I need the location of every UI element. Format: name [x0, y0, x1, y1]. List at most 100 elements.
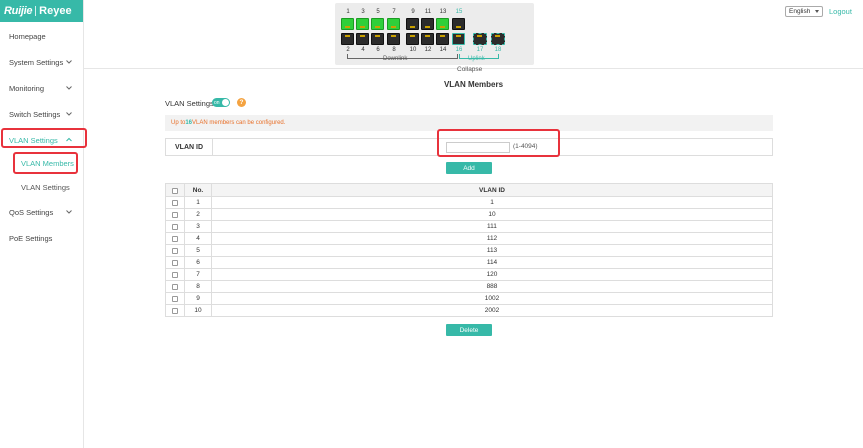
row-vlan-id: 114	[486, 259, 498, 266]
row-checkbox[interactable]	[172, 272, 178, 278]
collapse-link[interactable]: Collapse	[457, 66, 482, 73]
toggle-knob	[222, 99, 229, 106]
table-row: 7 120	[165, 269, 773, 281]
help-icon[interactable]: ?	[237, 98, 246, 107]
vlan-settings-toggle[interactable]: on	[212, 98, 230, 107]
port-12[interactable]	[421, 33, 434, 45]
menu-qos-settings-label: QoS Settings	[9, 207, 54, 217]
row-vlan-id: 888	[486, 283, 498, 290]
row-vlan-id: 1	[490, 199, 494, 206]
language-select[interactable]: English	[785, 6, 823, 17]
menu-poe-settings-label: PoE Settings	[9, 233, 53, 243]
header-vlan-id: VLAN ID	[479, 187, 505, 194]
port-9[interactable]	[406, 18, 419, 30]
port-8[interactable]	[387, 33, 400, 45]
vlan-limit-notice: Up to 16 VLAN members can be configured.	[165, 115, 773, 131]
select-all-cell	[166, 184, 185, 196]
row-checkbox[interactable]	[172, 284, 178, 290]
menu-qos-settings[interactable]: QoS Settings	[0, 201, 84, 223]
logo-ruijie: Ruijie	[4, 5, 33, 17]
menu-monitoring[interactable]: Monitoring	[0, 77, 84, 99]
caret-down-icon	[815, 10, 819, 13]
row-checkbox[interactable]	[172, 260, 178, 266]
port-5[interactable]	[371, 18, 384, 30]
menu-vlan-settings[interactable]: VLAN Settings	[0, 129, 84, 151]
port-number: 10	[409, 47, 417, 53]
port-10[interactable]	[406, 33, 419, 45]
menu-poe-settings[interactable]: PoE Settings	[0, 227, 84, 249]
select-all-checkbox[interactable]	[172, 188, 178, 194]
menu-monitoring-label: Monitoring	[9, 83, 45, 93]
port-15[interactable]	[452, 18, 465, 30]
row-vlan-id: 120	[486, 271, 498, 278]
chevron-down-icon	[66, 210, 72, 214]
brand-logo: Ruijie Reyee	[0, 0, 83, 22]
port-number: 9	[411, 9, 415, 15]
notice-prefix: Up to	[171, 120, 186, 126]
row-checkbox[interactable]	[172, 212, 178, 218]
menu-system-settings-label: System Settings	[9, 57, 64, 67]
port-11[interactable]	[421, 18, 434, 30]
port-number: 12	[424, 47, 432, 53]
add-button[interactable]: Add	[446, 162, 492, 174]
row-no: 6	[185, 257, 212, 268]
port-18-uplink[interactable]	[491, 33, 505, 45]
table-row: 4 112	[165, 233, 773, 245]
vlan-id-label: VLAN ID	[166, 139, 213, 155]
submenu-vlan-members[interactable]: VLAN Members	[0, 153, 84, 173]
row-checkbox[interactable]	[172, 248, 178, 254]
submenu-vlan-settings[interactable]: VLAN Settings	[0, 177, 84, 197]
menu-system-settings[interactable]: System Settings	[0, 51, 84, 73]
port-16[interactable]	[452, 33, 465, 45]
row-checkbox[interactable]	[172, 308, 178, 314]
chevron-down-icon	[66, 112, 72, 116]
table-row: 9 1002	[165, 293, 773, 305]
port-number: 7	[392, 9, 396, 15]
row-vlan-id: 111	[487, 223, 497, 230]
row-checkbox[interactable]	[172, 224, 178, 230]
menu-homepage[interactable]: Homepage	[0, 25, 84, 47]
port-3[interactable]	[356, 18, 369, 30]
table-row: 6 114	[165, 257, 773, 269]
port-number: 8	[392, 47, 396, 53]
port-number: 1	[346, 9, 350, 15]
row-no: 9	[185, 293, 212, 304]
vlan-id-form-row: VLAN ID (1-4094)	[165, 138, 773, 156]
table-row: 1 1	[165, 197, 773, 209]
table-row: 8 888	[165, 281, 773, 293]
row-checkbox[interactable]	[172, 200, 178, 206]
vlan-id-input[interactable]	[446, 142, 510, 153]
uplink-label: Uplink	[468, 56, 485, 62]
logout-link[interactable]: Logout	[829, 7, 852, 16]
delete-button[interactable]: Delete	[446, 324, 492, 336]
row-no: 10	[185, 305, 212, 316]
downlink-label: Downlink	[383, 56, 408, 62]
menu-switch-settings[interactable]: Switch Settings	[0, 103, 84, 125]
menu-vlan-settings-label: VLAN Settings	[9, 135, 58, 145]
port-17-uplink[interactable]	[473, 33, 487, 45]
port-13[interactable]	[436, 18, 449, 30]
menu-homepage-label: Homepage	[9, 31, 46, 41]
port-1[interactable]	[341, 18, 354, 30]
port-number: 11	[424, 9, 432, 15]
port-6[interactable]	[371, 33, 384, 45]
vlan-id-range-hint: (1-4094)	[513, 143, 538, 150]
port-4[interactable]	[356, 33, 369, 45]
port-14[interactable]	[436, 33, 449, 45]
port-7[interactable]	[387, 18, 400, 30]
notice-count: 16	[185, 120, 193, 126]
row-vlan-id: 112	[486, 235, 498, 242]
app-root: Ruijie Reyee Homepage System Settings Mo…	[0, 0, 863, 448]
port-number: 15	[455, 9, 463, 15]
table-row: 5 113	[165, 245, 773, 257]
row-checkbox[interactable]	[172, 296, 178, 302]
submenu-vlan-settings-label: VLAN Settings	[21, 182, 70, 192]
row-no: 1	[185, 197, 212, 208]
port-number: 5	[376, 9, 380, 15]
port-number: 4	[361, 47, 365, 53]
port-number: 18	[494, 47, 502, 53]
logo-reyee: Reyee	[39, 5, 72, 17]
table-row: 3 111	[165, 221, 773, 233]
row-checkbox[interactable]	[172, 236, 178, 242]
port-2[interactable]	[341, 33, 354, 45]
